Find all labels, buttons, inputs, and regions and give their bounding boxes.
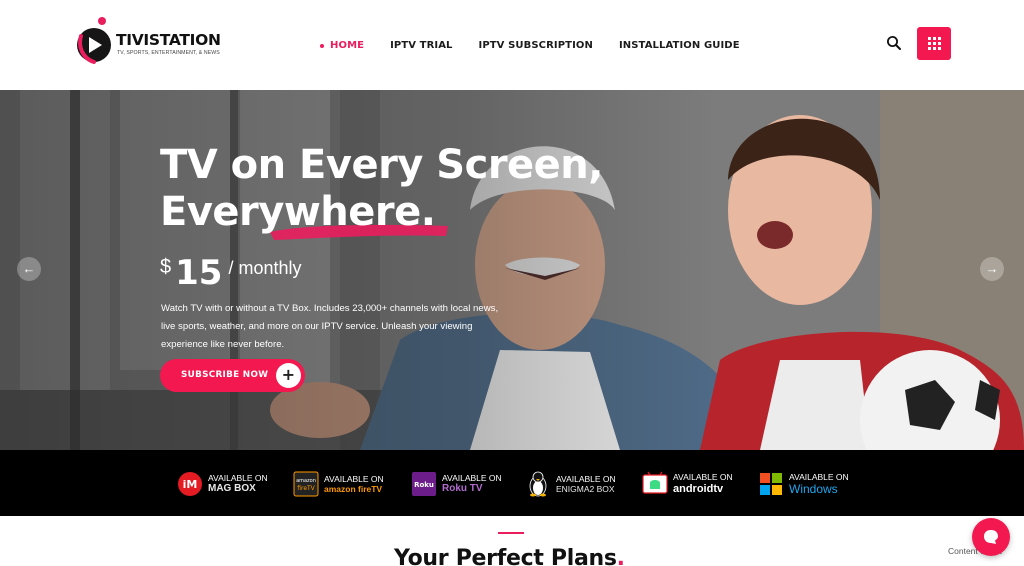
main-nav: HOME IPTV TRIAL IPTV SUBSCRIPTION INSTAL…	[318, 38, 740, 52]
site-header: TIVISTATION TV, SPORTS, ENTERTAINMENT, &…	[0, 0, 1024, 90]
platform-roku-tv[interactable]: Roku AVAILABLE ON Roku TV	[410, 470, 502, 498]
logo-tagline: TV, SPORTS, ENTERTAINMENT, & NEWS	[117, 50, 220, 56]
mag-icon: iM	[176, 471, 204, 497]
subscribe-now-button[interactable]: SUBSCRIBE NOW +	[160, 359, 305, 392]
platform-mag-box[interactable]: iM AVAILABLE ON MAG BOX	[176, 470, 268, 498]
price-amount: 15	[175, 253, 223, 293]
platform-windows[interactable]: AVAILABLE ON Windows	[757, 470, 849, 498]
platform-name: MAG BOX	[208, 483, 256, 495]
amazon-firetv-icon: amazon fireTV	[292, 471, 320, 497]
hero-price: $ 15 / monthly	[160, 254, 301, 292]
platform-name: amazon fireTV	[324, 484, 383, 494]
plans-title-text: Your Perfect Plans	[394, 546, 617, 566]
plans-section-title: Your Perfect Plans.	[394, 546, 625, 566]
site-logo[interactable]: TIVISTATION TV, SPORTS, ENTERTAINMENT, &…	[72, 16, 242, 68]
platform-available-label: AVAILABLE ON	[556, 473, 616, 484]
grid-menu-icon	[927, 37, 931, 40]
svg-text:amazon: amazon	[296, 478, 316, 484]
logo-play-icon	[77, 17, 111, 64]
nav-item-iptv-subscription[interactable]: IPTV SUBSCRIPTION	[479, 40, 593, 51]
windows-icon	[757, 471, 785, 497]
plus-icon: +	[276, 363, 301, 388]
hero-title: TV on Every Screen, Everywhere.	[160, 142, 603, 236]
chat-bubble-icon	[984, 530, 998, 544]
grid-menu-button[interactable]	[917, 27, 951, 60]
platform-available-label: AVAILABLE ON	[442, 472, 502, 483]
slider-next-arrow[interactable]: →	[980, 257, 1004, 281]
plans-title-dot: .	[616, 546, 625, 566]
platform-available-label: AVAILABLE ON	[789, 471, 849, 482]
slider-prev-arrow[interactable]: ←	[17, 257, 41, 281]
nav-item-iptv-trial[interactable]: IPTV TRIAL	[390, 40, 452, 51]
price-currency: $	[160, 256, 172, 278]
svg-text:fireTV: fireTV	[297, 485, 315, 492]
nav-item-home[interactable]: HOME	[318, 40, 364, 51]
platform-amazon-firetv[interactable]: amazon fireTV AVAILABLE ON amazon fireTV	[292, 470, 384, 498]
platform-name: Windows	[789, 482, 838, 497]
subscribe-label: SUBSCRIBE NOW	[181, 370, 269, 380]
platform-available-label: AVAILABLE ON	[208, 472, 268, 483]
search-icon	[887, 36, 901, 50]
platform-enigma2-box[interactable]: AVAILABLE ON ENIGMA2 BOX	[524, 470, 616, 498]
platform-available-label: AVAILABLE ON	[324, 473, 384, 484]
svg-text:iM: iM	[183, 478, 198, 491]
roku-icon: Roku	[410, 471, 438, 497]
search-button[interactable]	[886, 35, 902, 51]
android-tv-icon	[641, 471, 669, 497]
nav-item-installation-guide[interactable]: INSTALLATION GUIDE	[619, 40, 740, 51]
platforms-bar: iM AVAILABLE ON MAG BOX amazon fireTV AVA…	[0, 450, 1024, 516]
section-divider	[498, 532, 524, 534]
hero-slider: ← → TV on Every Screen, Everywhere. $ 15…	[0, 90, 1024, 450]
platform-android-tv[interactable]: AVAILABLE ON androidtv	[641, 470, 733, 498]
platform-name: Roku TV	[442, 483, 483, 495]
chat-button[interactable]	[972, 518, 1010, 556]
svg-text:Roku: Roku	[414, 481, 434, 489]
linux-penguin-icon	[524, 471, 552, 497]
price-period: / monthly	[228, 258, 302, 278]
platform-available-label: AVAILABLE ON	[673, 472, 733, 483]
hero-title-line2: Everywhere.	[160, 189, 436, 235]
platform-name: ENIGMA2 BOX	[556, 484, 615, 494]
logo-text: TIVISTATION	[116, 31, 221, 49]
platform-name: androidtv	[673, 482, 724, 495]
hero-description: Watch TV with or without a TV Box. Inclu…	[161, 303, 499, 350]
hero-title-line1: TV on Every Screen,	[160, 142, 603, 188]
